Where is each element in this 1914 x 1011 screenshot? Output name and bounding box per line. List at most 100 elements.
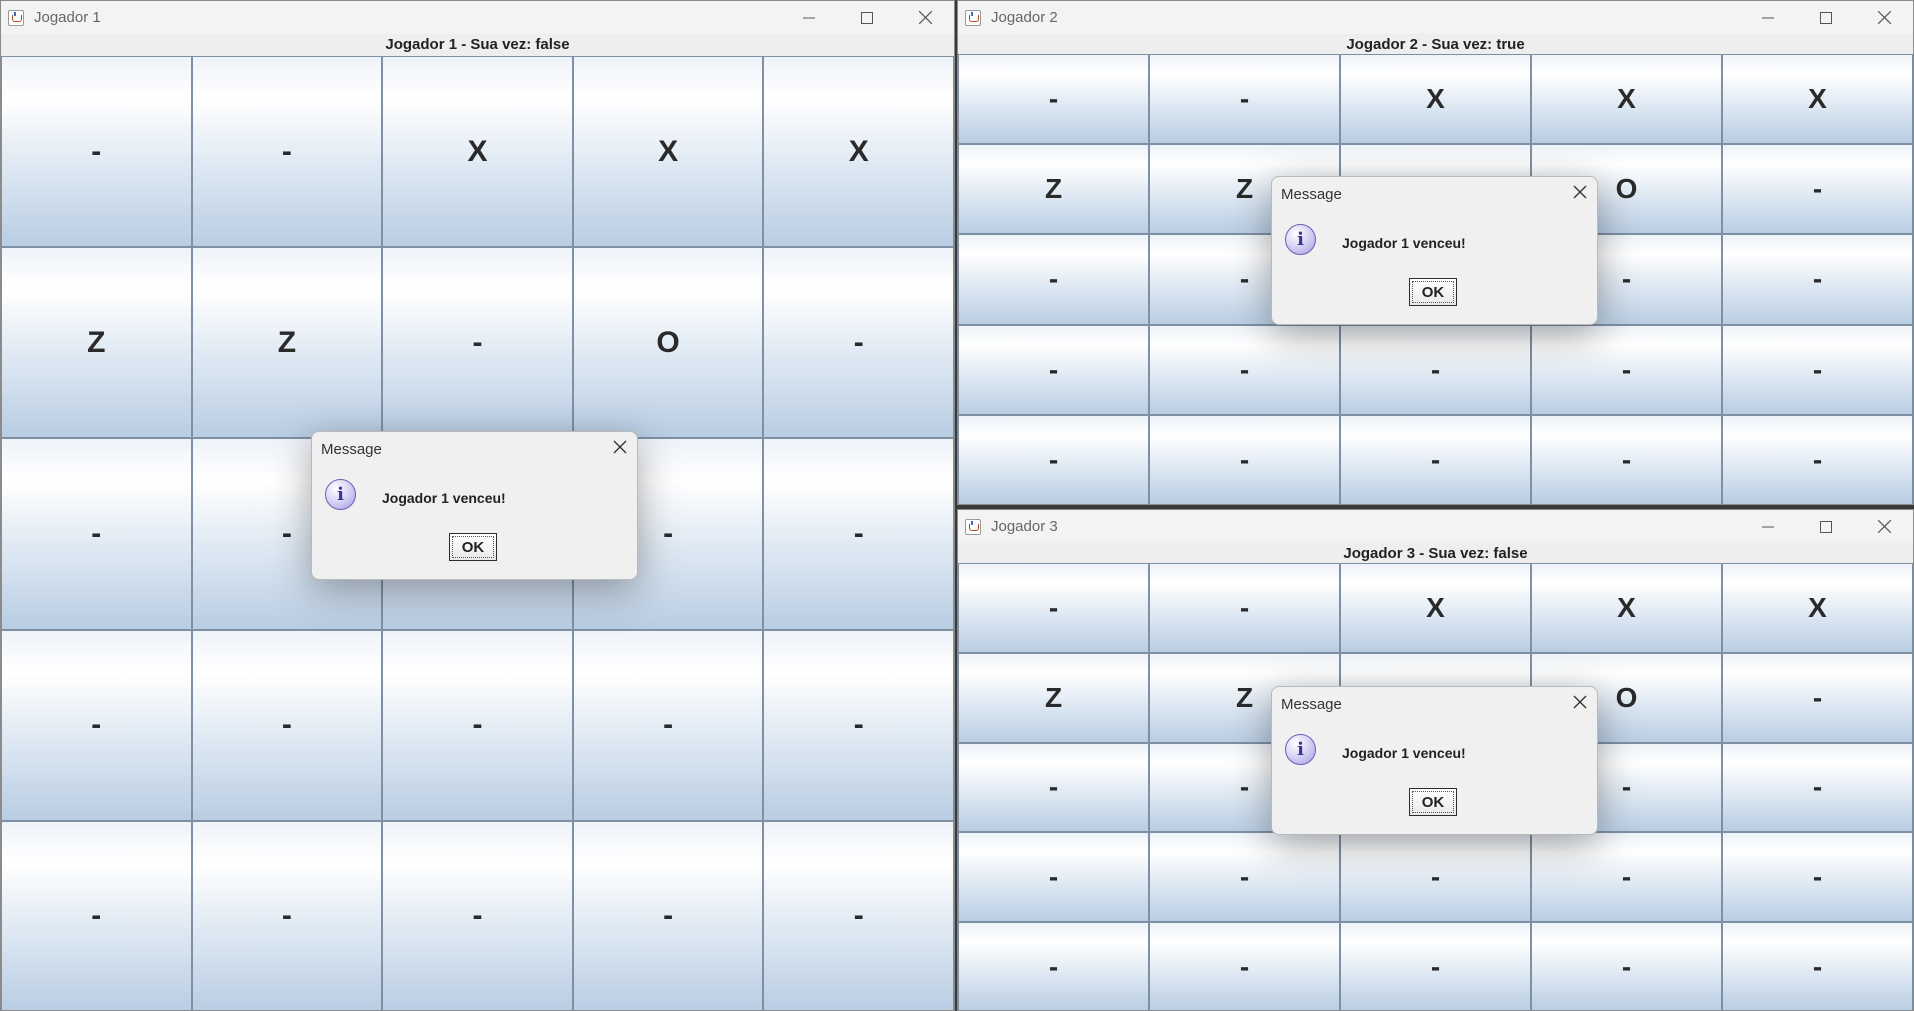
minimize-button[interactable] <box>780 1 838 34</box>
board-cell[interactable]: - <box>958 414 1149 504</box>
maximize-icon <box>861 11 873 24</box>
close-icon <box>918 11 932 24</box>
board-cell[interactable]: - <box>572 629 764 821</box>
board-cell[interactable]: X <box>1531 563 1722 653</box>
dialog-message: Jogador 1 venceu! <box>1342 745 1466 761</box>
window-controls <box>780 1 954 34</box>
close-icon <box>613 440 627 454</box>
board-cell[interactable]: - <box>958 832 1149 923</box>
board-cell[interactable]: - <box>1722 144 1913 235</box>
board-cell[interactable]: X <box>1340 54 1531 145</box>
minimize-button[interactable] <box>1739 510 1797 543</box>
board-cell[interactable]: - <box>382 247 573 439</box>
dialog-close-button[interactable] <box>1573 695 1587 714</box>
board-cell[interactable]: X <box>763 56 954 248</box>
board-cell[interactable]: - <box>1722 652 1913 743</box>
turn-status: Jogador 3 - Sua vez: false <box>1343 545 1528 562</box>
maximize-button[interactable] <box>838 1 896 34</box>
board-cell[interactable]: - <box>191 820 383 1010</box>
dialog-title: Message <box>321 441 382 458</box>
board-cell[interactable]: - <box>958 563 1149 653</box>
window-title: Jogador 2 <box>991 9 1058 26</box>
board-cell[interactable]: O <box>572 247 764 439</box>
dialog-message: Jogador 1 venceu! <box>382 490 506 506</box>
board-cell[interactable]: - <box>1531 922 1722 1010</box>
board-cell[interactable]: - <box>1531 414 1722 504</box>
board-cell[interactable]: - <box>1149 563 1340 653</box>
board-cell[interactable]: Z <box>958 652 1149 743</box>
board-cell[interactable]: Z <box>191 247 383 439</box>
board-cell[interactable]: X <box>382 56 573 248</box>
board-cell[interactable]: - <box>1340 324 1531 415</box>
board-cell[interactable]: Z <box>1 247 192 439</box>
board-cell[interactable]: - <box>1340 922 1531 1010</box>
board-cell[interactable]: - <box>763 247 954 439</box>
java-app-icon <box>965 9 981 26</box>
board-cell[interactable]: - <box>191 56 383 248</box>
board-cell[interactable]: - <box>1722 742 1913 833</box>
board-cell[interactable]: X <box>1531 54 1722 145</box>
maximize-button[interactable] <box>1797 510 1855 543</box>
board-cell[interactable]: - <box>1722 414 1913 504</box>
board-cell[interactable]: - <box>1722 234 1913 325</box>
ok-button[interactable]: OK <box>1409 788 1457 816</box>
board-cell[interactable]: - <box>1722 324 1913 415</box>
close-icon <box>1573 185 1587 199</box>
board-cell[interactable]: - <box>1722 832 1913 923</box>
board-cell[interactable]: - <box>958 234 1149 325</box>
board-cell[interactable]: - <box>763 629 954 821</box>
dialog-close-button[interactable] <box>613 440 627 459</box>
ok-button[interactable]: OK <box>449 533 497 561</box>
board-cell[interactable]: - <box>572 820 764 1010</box>
maximize-button[interactable] <box>1797 1 1855 34</box>
board-cell[interactable]: - <box>1 56 192 248</box>
board-cell[interactable]: X <box>1722 54 1913 145</box>
board-cell[interactable]: - <box>958 742 1149 833</box>
dialog-message: Jogador 1 venceu! <box>1342 235 1466 251</box>
board-cell[interactable]: X <box>1722 563 1913 653</box>
board-cell[interactable]: X <box>572 56 764 248</box>
board-cell[interactable]: - <box>1531 324 1722 415</box>
message-dialog: Message i Jogador 1 venceu! OK <box>1271 686 1598 835</box>
maximize-icon <box>1820 520 1832 533</box>
board-cell[interactable]: - <box>958 54 1149 145</box>
ok-button[interactable]: OK <box>1409 278 1457 306</box>
java-app-icon <box>8 9 24 26</box>
board-cell[interactable]: Z <box>958 144 1149 235</box>
board-cell[interactable]: - <box>1340 832 1531 923</box>
close-button[interactable] <box>1855 1 1913 34</box>
window-title: Jogador 1 <box>34 9 101 26</box>
board-cell[interactable]: - <box>382 820 573 1010</box>
dialog-close-button[interactable] <box>1573 185 1587 204</box>
board-cell[interactable]: - <box>1531 832 1722 923</box>
board-cell[interactable]: - <box>1149 414 1340 504</box>
close-button[interactable] <box>1855 510 1913 543</box>
board-cell[interactable]: - <box>1149 54 1340 145</box>
board-cell[interactable]: - <box>763 438 954 630</box>
board-cell[interactable]: - <box>958 922 1149 1010</box>
board-cell[interactable]: - <box>1722 922 1913 1010</box>
board-cell[interactable]: - <box>1149 324 1340 415</box>
board-cell[interactable]: - <box>1 438 192 630</box>
maximize-icon <box>1820 11 1832 24</box>
board-cell[interactable]: X <box>1340 563 1531 653</box>
board-cell[interactable]: - <box>1149 922 1340 1010</box>
info-icon: i <box>1285 734 1316 765</box>
board-cell[interactable]: - <box>1149 832 1340 923</box>
close-button[interactable] <box>896 1 954 34</box>
board-cell[interactable]: - <box>1340 414 1531 504</box>
board-cell[interactable]: - <box>958 324 1149 415</box>
board-cell[interactable]: - <box>191 629 383 821</box>
minimize-icon <box>1762 526 1774 527</box>
board-cell[interactable]: - <box>1 820 192 1010</box>
info-icon: i <box>325 479 356 510</box>
board-cell[interactable]: - <box>382 629 573 821</box>
title-bar: Jogador 3 <box>958 510 1913 543</box>
close-icon <box>1877 520 1891 533</box>
window-title: Jogador 3 <box>991 518 1058 535</box>
board-cell[interactable]: - <box>1 629 192 821</box>
minimize-button[interactable] <box>1739 1 1797 34</box>
window-controls <box>1739 1 1913 34</box>
minimize-icon <box>803 17 815 18</box>
board-cell[interactable]: - <box>763 820 954 1010</box>
